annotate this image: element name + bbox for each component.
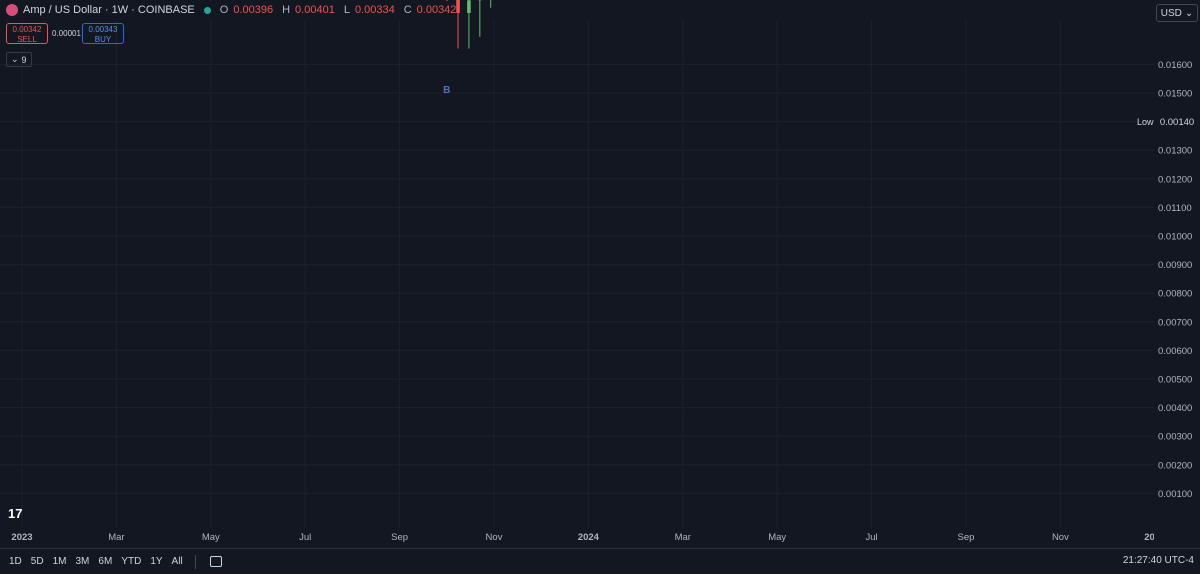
- y-tick-label: 0.01500: [1158, 89, 1192, 100]
- y-tick-label: 0.00500: [1158, 375, 1192, 386]
- price-scale[interactable]: −0.000000.001000.002000.003000.004000.00…: [1154, 0, 1200, 545]
- sell-price: 0.00342: [7, 25, 47, 35]
- y-tick-label: 0.00100: [1158, 489, 1192, 500]
- x-tick-label: 2023: [11, 532, 32, 543]
- ohlc-low-key: L: [344, 4, 350, 16]
- range-all[interactable]: All: [172, 556, 183, 567]
- x-tick-label: 2025: [1144, 532, 1154, 543]
- chevron-down-icon: ⌄: [1185, 8, 1193, 19]
- x-tick-label: Nov: [486, 532, 503, 543]
- buy-price: 0.00343: [83, 25, 123, 35]
- ohlc-high-key: H: [282, 4, 290, 16]
- bottom-toolbar: 1D 5D 1M 3M 6M YTD 1Y All 21:27:40 UTC-4: [0, 548, 1200, 574]
- x-tick-label: 2024: [578, 532, 600, 543]
- candle-body: [467, 0, 471, 13]
- range-ytd[interactable]: YTD: [121, 556, 141, 567]
- market-status-icon: [204, 7, 211, 14]
- price-chart[interactable]: 2023 Mar May Jul Sep Nov 2024 Mar May Jul Sep Nov 20…: [0, 0, 1154, 545]
- chevron-down-icon: ⌄: [11, 54, 19, 65]
- x-tick-label: Jul: [866, 532, 878, 543]
- y-tick-label: 0.00900: [1158, 260, 1192, 271]
- y-tick-label: 0.00300: [1158, 432, 1192, 443]
- x-tick-label: May: [202, 532, 220, 543]
- currency-select[interactable]: USD ⌄: [1156, 4, 1198, 22]
- range-1d[interactable]: 1D: [9, 556, 22, 567]
- chart-header: Amp / US Dollar · 1W · COINBASE O 0.00396…: [0, 0, 460, 20]
- buy-button[interactable]: 0.00343 BUY: [82, 23, 124, 44]
- y-tick-label: 0.01200: [1158, 174, 1192, 185]
- x-tick-label: Nov: [1052, 532, 1069, 543]
- range-5d[interactable]: 5D: [31, 556, 44, 567]
- low-label: Low: [1137, 117, 1154, 127]
- range-6m[interactable]: 6M: [98, 556, 112, 567]
- signal-marker-B: B: [443, 85, 450, 96]
- low-value-tag: 0.00140: [1160, 117, 1194, 128]
- amp-logo-icon: [6, 4, 18, 16]
- x-tick-label: May: [768, 532, 786, 543]
- spread-value: 0.00001: [52, 29, 78, 38]
- x-tick-label: Sep: [958, 532, 975, 543]
- y-tick-label: 0.00800: [1158, 289, 1192, 300]
- ohlc-close-key: C: [404, 4, 412, 16]
- ohlc-low-value: 0.00334: [355, 4, 395, 16]
- y-tick-label: 0.00400: [1158, 403, 1192, 414]
- x-tick-label: Sep: [391, 532, 408, 543]
- symbol-title[interactable]: Amp / US Dollar · 1W · COINBASE: [23, 4, 195, 16]
- x-tick-label: Mar: [675, 532, 691, 543]
- currency-label: USD: [1161, 8, 1182, 19]
- y-tick-label: 0.01300: [1158, 146, 1192, 157]
- ohlc-close-value: 0.00342: [417, 4, 457, 16]
- indicators-count: 9: [22, 55, 27, 65]
- ohlc-open-value: 0.00396: [233, 4, 273, 16]
- tradingview-logo-icon[interactable]: 17: [8, 506, 22, 521]
- y-tick-label: 0.01100: [1158, 203, 1192, 214]
- indicators-toggle[interactable]: ⌄ 9: [6, 52, 32, 67]
- x-tick-label: Jul: [299, 532, 311, 543]
- x-tick-label: Mar: [108, 532, 124, 543]
- range-1y[interactable]: 1Y: [150, 556, 162, 567]
- ohlc-high-value: 0.00401: [295, 4, 335, 16]
- range-1m[interactable]: 1M: [53, 556, 67, 567]
- y-tick-label: 0.01600: [1158, 60, 1192, 71]
- range-3m[interactable]: 3M: [76, 556, 90, 567]
- y-tick-label: 0.01000: [1158, 232, 1192, 243]
- ohlc-open-key: O: [220, 4, 229, 16]
- y-tick-label: 0.00600: [1158, 346, 1192, 357]
- y-tick-label: 0.00200: [1158, 460, 1192, 471]
- buy-label: BUY: [83, 35, 123, 45]
- sell-label: SELL: [7, 35, 47, 45]
- clock[interactable]: 21:27:40 UTC-4: [1123, 555, 1194, 566]
- calendar-icon[interactable]: [210, 556, 222, 567]
- toolbar-divider: [195, 555, 196, 569]
- trade-box: 0.00342 SELL 0.00001 0.00343 BUY: [6, 23, 124, 44]
- sell-button[interactable]: 0.00342 SELL: [6, 23, 48, 44]
- y-tick-label: 0.00700: [1158, 317, 1192, 328]
